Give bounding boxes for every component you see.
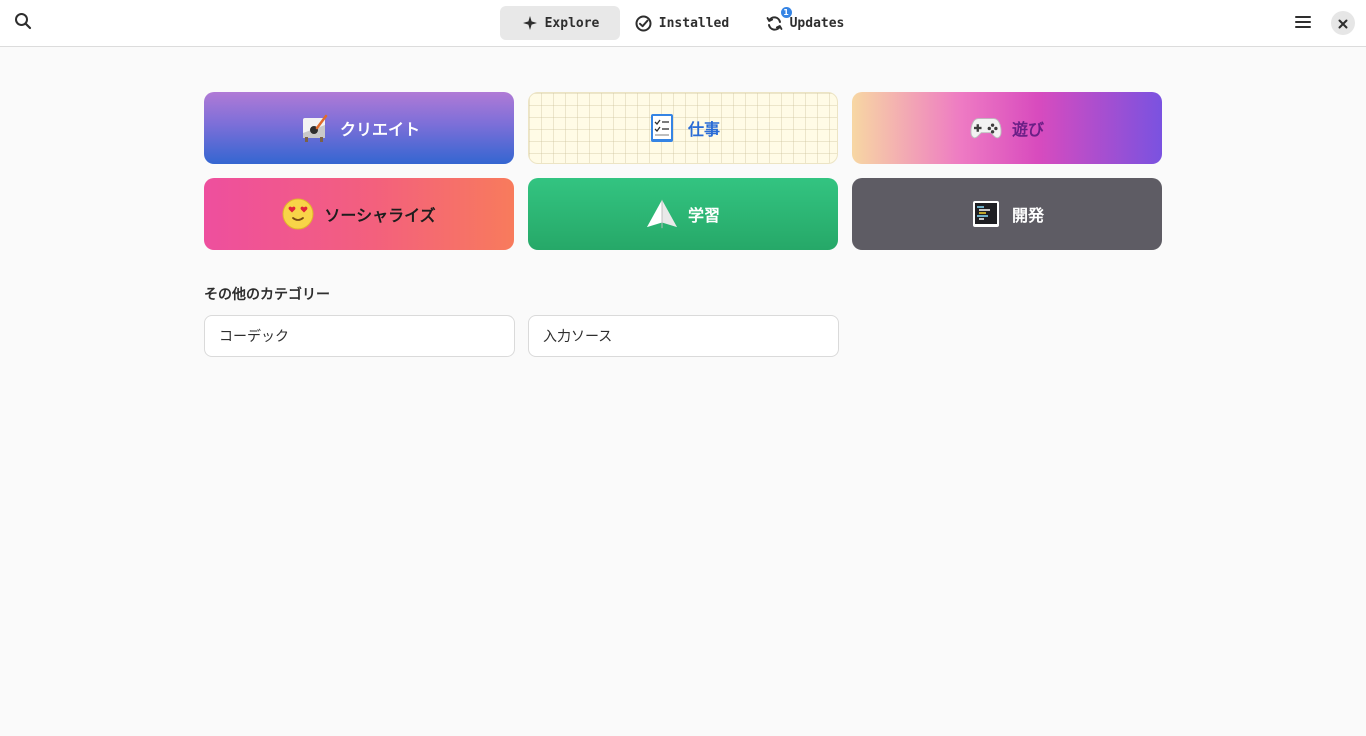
header-bar: Explore Installed 1 Updates bbox=[0, 0, 1366, 47]
tab-updates[interactable]: 1 Updates bbox=[744, 6, 866, 40]
create-easel-icon bbox=[298, 112, 330, 144]
category-play-tile[interactable]: 遊び bbox=[852, 92, 1162, 164]
close-icon bbox=[1338, 14, 1348, 33]
other-category-codecs[interactable]: コーデック bbox=[204, 315, 515, 357]
category-learn-label: 学習 bbox=[687, 206, 720, 225]
tab-explore[interactable]: Explore bbox=[500, 6, 620, 40]
category-play-label: 遊び bbox=[1011, 120, 1044, 139]
search-icon bbox=[14, 12, 32, 34]
paper-plane-icon bbox=[646, 198, 678, 230]
checkmark-circle-icon bbox=[635, 14, 653, 32]
category-work-label: 仕事 bbox=[687, 120, 720, 139]
tab-updates-label: Updates bbox=[789, 15, 845, 31]
category-create-label: クリエイト bbox=[339, 120, 420, 139]
explore-sparkle-icon bbox=[521, 14, 539, 32]
refresh-icon: 1 bbox=[766, 7, 792, 32]
category-socialize-tile[interactable]: ソーシャライズ bbox=[204, 178, 514, 250]
category-work-tile[interactable]: 仕事 bbox=[528, 92, 838, 164]
hamburger-menu-icon bbox=[1295, 14, 1311, 33]
heart-eyes-emoji-icon bbox=[282, 198, 314, 230]
tab-installed[interactable]: Installed bbox=[620, 6, 744, 40]
other-category-input-sources[interactable]: 入力ソース bbox=[528, 315, 839, 357]
category-learn-tile[interactable]: 学習 bbox=[528, 178, 838, 250]
main-menu-button[interactable] bbox=[1288, 8, 1318, 38]
other-category-label: 入力ソース bbox=[543, 329, 613, 345]
search-button[interactable] bbox=[8, 8, 38, 38]
gamepad-icon bbox=[970, 112, 1002, 144]
close-window-button[interactable] bbox=[1331, 11, 1355, 35]
terminal-code-icon bbox=[970, 198, 1002, 230]
view-switcher: Explore Installed 1 Updates bbox=[500, 6, 866, 40]
category-socialize-label: ソーシャライズ bbox=[324, 206, 436, 225]
other-category-label: コーデック bbox=[219, 329, 289, 345]
category-develop-label: 開発 bbox=[1011, 206, 1044, 225]
category-create-tile[interactable]: クリエイト bbox=[204, 92, 514, 164]
tab-explore-label: Explore bbox=[544, 15, 600, 31]
tab-installed-label: Installed bbox=[658, 15, 730, 31]
other-categories-heading: その他のカテゴリー bbox=[204, 287, 330, 303]
updates-count-badge: 1 bbox=[780, 7, 792, 18]
category-develop-tile[interactable]: 開発 bbox=[852, 178, 1162, 250]
work-checklist-icon bbox=[646, 112, 678, 144]
